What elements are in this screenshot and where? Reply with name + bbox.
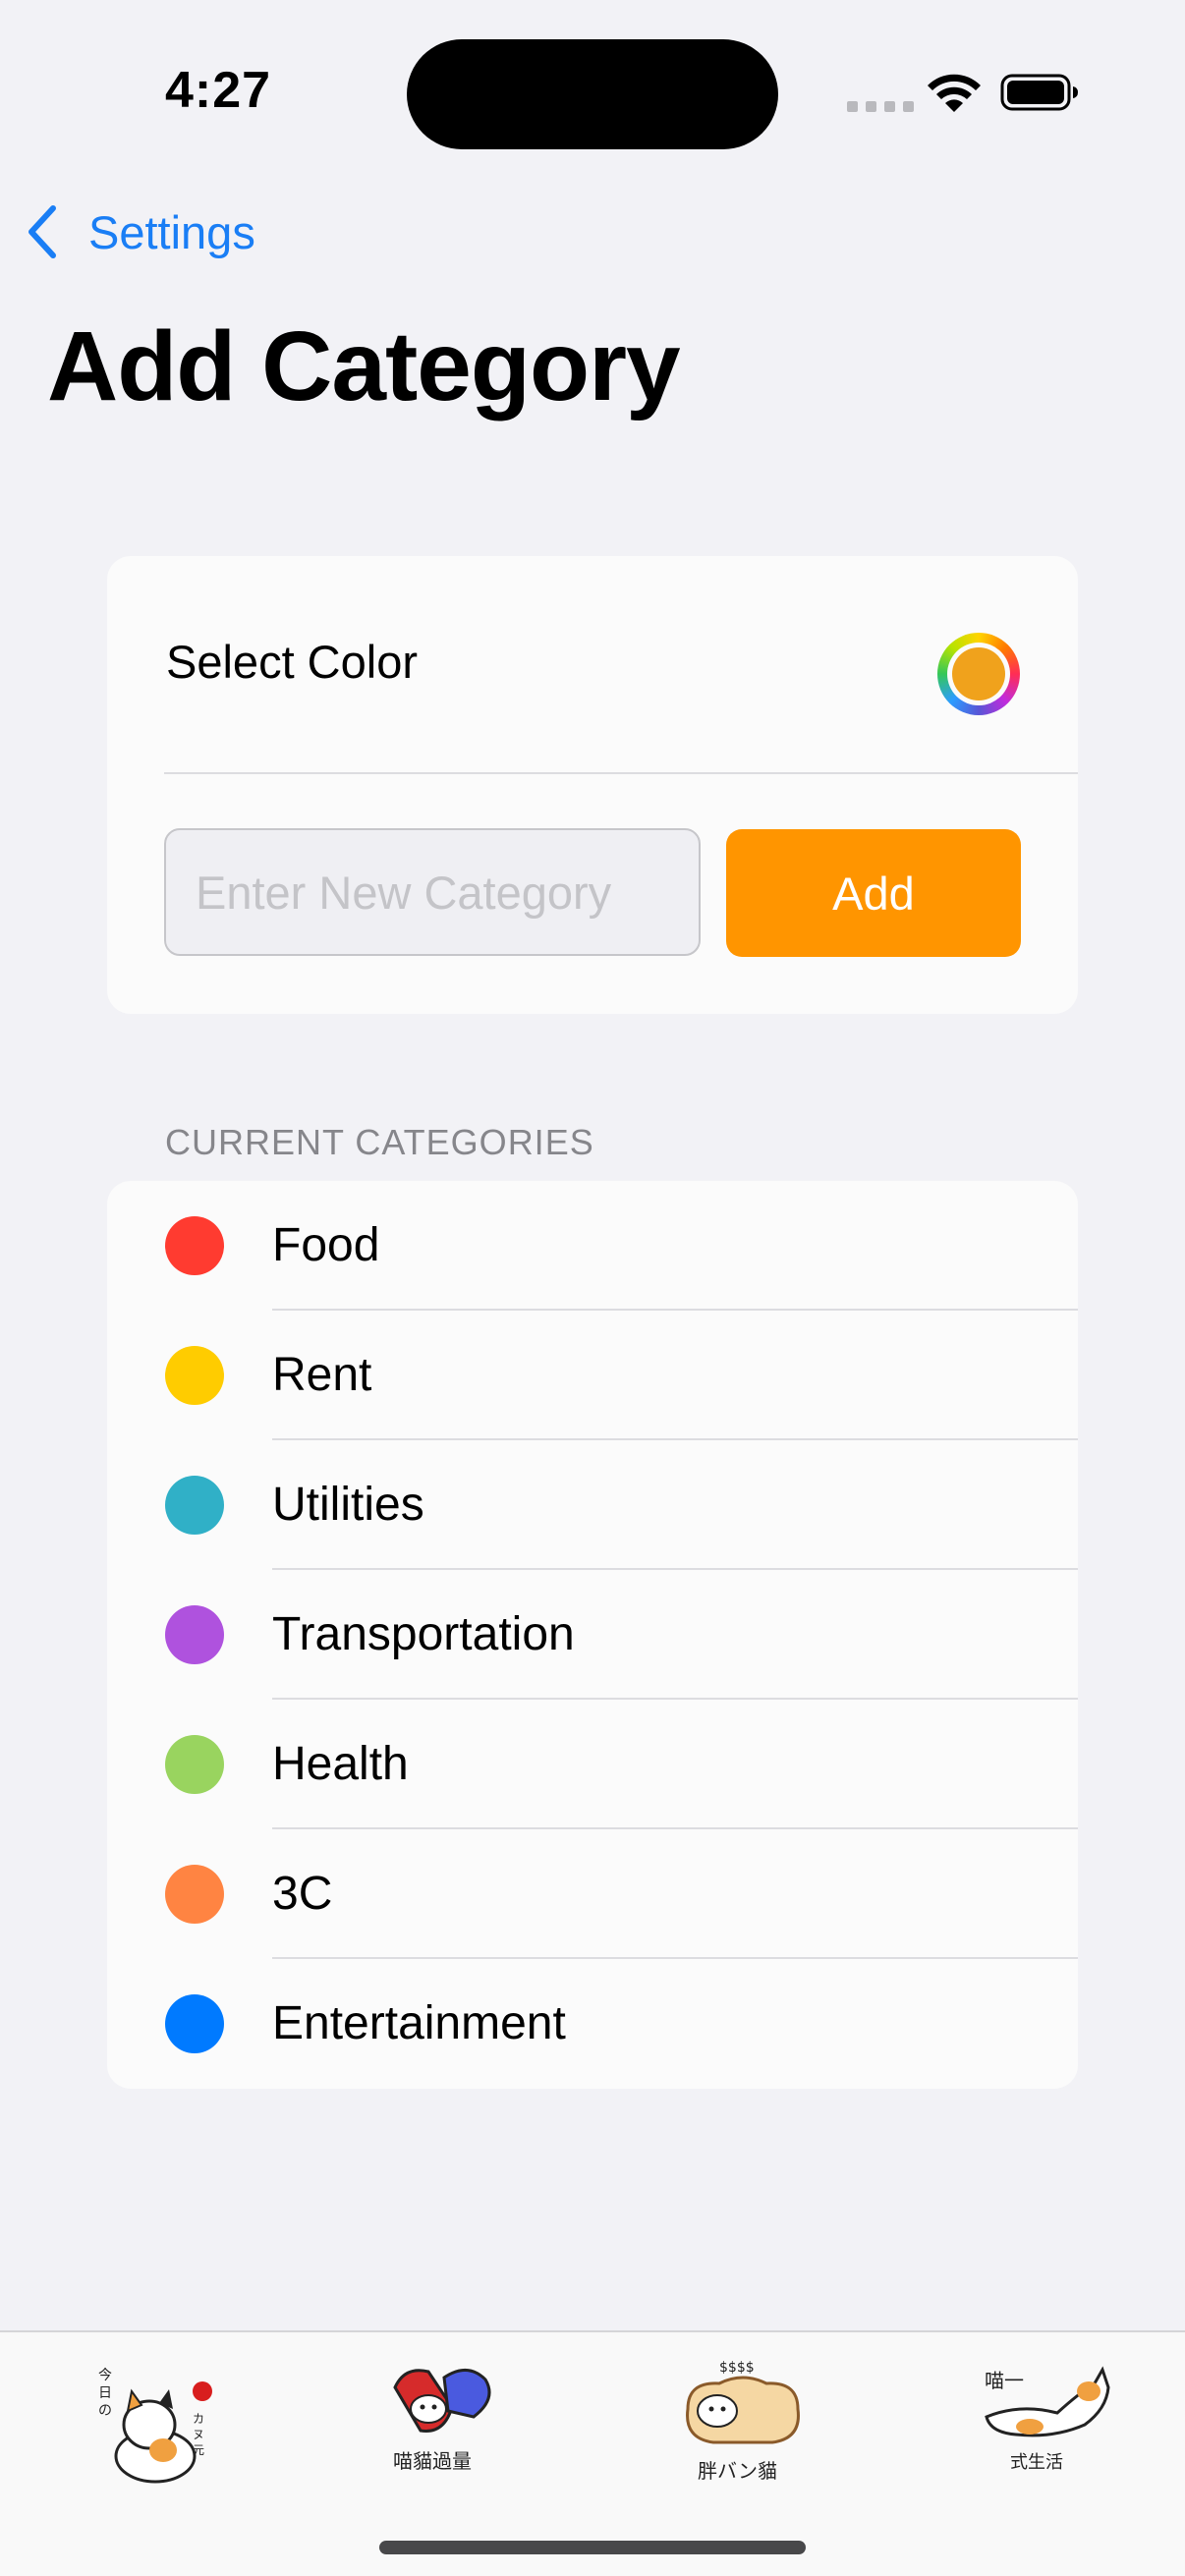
add-button[interactable]: Add — [726, 829, 1021, 957]
battery-icon — [1000, 74, 1078, 111]
svg-text:元: 元 — [193, 2443, 204, 2457]
dynamic-island — [407, 39, 778, 149]
categories-list: Food Rent Utilities Transportation Healt… — [107, 1181, 1078, 2089]
svg-text:喵貓過量: 喵貓過量 — [393, 2449, 472, 2473]
category-color-dot — [165, 1994, 224, 2053]
category-name: 3C — [272, 1868, 333, 1920]
add-category-card: Select Color Add — [107, 556, 1078, 1014]
back-button-label: Settings — [88, 205, 255, 258]
selected-color-swatch — [952, 647, 1005, 700]
home-indicator — [379, 2541, 806, 2554]
tab-stretch-cat[interactable]: 喵一 式生活 — [971, 2348, 1128, 2495]
category-color-dot — [165, 1476, 224, 1535]
svg-text:式生活: 式生活 — [1010, 2452, 1063, 2473]
tab-cat-sticker[interactable]: 今 日 の カ ヌ 元 — [69, 2348, 226, 2495]
category-name: Food — [272, 1219, 380, 1271]
category-name: Health — [272, 1738, 409, 1790]
category-name: Rent — [272, 1349, 372, 1401]
page-title: Add Category — [47, 311, 681, 421]
category-name: Entertainment — [272, 1997, 566, 2049]
svg-text:ヌ: ヌ — [193, 2428, 204, 2441]
svg-text:カ: カ — [193, 2412, 204, 2426]
cat-sticker-tab-icon: 今 日 の カ ヌ 元 — [98, 2368, 212, 2484]
section-header-current-categories: CURRENT CATEGORIES — [165, 1122, 594, 1162]
tab-bread-cat[interactable]: $$$$ 胖バン貓 — [664, 2348, 821, 2495]
capsule-cat-tab-icon: 喵貓過量 — [393, 2369, 491, 2473]
select-color-label: Select Color — [166, 636, 418, 688]
select-color-row[interactable]: Select Color — [107, 556, 1078, 772]
category-color-dot — [165, 1865, 224, 1924]
color-picker-well[interactable] — [937, 633, 1020, 715]
wifi-icon — [928, 74, 981, 112]
status-time: 4:27 — [165, 62, 272, 119]
category-row-3c[interactable]: 3C — [107, 1829, 1078, 1959]
back-button[interactable]: Settings — [24, 196, 255, 267]
cellular-signal-icon — [847, 101, 914, 112]
screen: 4:27 Settings Add Category Select Color … — [0, 0, 1185, 2576]
category-row-utilities[interactable]: Utilities — [107, 1440, 1078, 1570]
category-row-transportation[interactable]: Transportation — [107, 1570, 1078, 1700]
svg-text:喵一: 喵一 — [985, 2369, 1024, 2392]
category-color-dot — [165, 1346, 224, 1405]
stretch-cat-tab-icon: 喵一 式生活 — [985, 2366, 1110, 2473]
svg-text:日: 日 — [98, 2385, 112, 2401]
bread-cat-tab-icon: $$$$ 胖バン貓 — [686, 2360, 800, 2483]
chevron-left-icon — [28, 205, 56, 258]
tab-capsule-cat[interactable]: 喵貓過量 — [366, 2348, 523, 2495]
category-row-rent[interactable]: Rent — [107, 1311, 1078, 1440]
category-row-health[interactable]: Health — [107, 1700, 1078, 1829]
svg-text:$$$$: $$$$ — [719, 2360, 755, 2376]
divider — [164, 772, 1078, 774]
category-row-entertainment[interactable]: Entertainment — [107, 1959, 1078, 2089]
category-name: Utilities — [272, 1479, 424, 1531]
category-color-dot — [165, 1216, 224, 1275]
category-color-dot — [165, 1735, 224, 1794]
category-row-food[interactable]: Food — [107, 1181, 1078, 1311]
tab-bar: 今 日 の カ ヌ 元 喵貓過量 $$$$ 胖バン貓 喵一 式生活 — [0, 2330, 1185, 2576]
svg-text:の: の — [98, 2403, 112, 2419]
new-category-input[interactable] — [164, 828, 701, 956]
category-name: Transportation — [272, 1608, 575, 1660]
category-color-dot — [165, 1605, 224, 1664]
svg-text:胖バン貓: 胖バン貓 — [698, 2459, 777, 2483]
svg-text:今: 今 — [98, 2368, 112, 2383]
